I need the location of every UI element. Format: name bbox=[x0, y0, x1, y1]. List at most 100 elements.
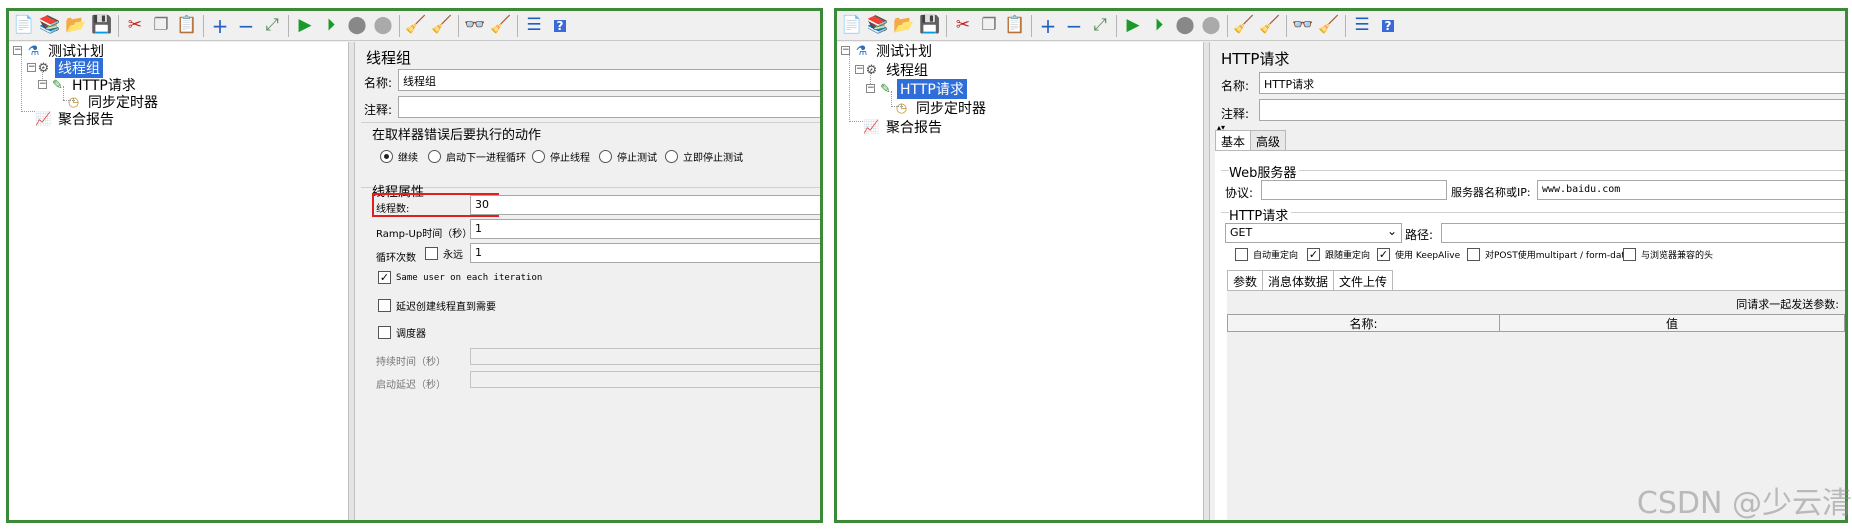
same-user-checkbox[interactable]: ✓ Same user on each iteration bbox=[378, 271, 542, 284]
collapse-icon[interactable]: − bbox=[233, 13, 259, 39]
path-field[interactable] bbox=[1441, 223, 1845, 243]
start-no-pause-icon[interactable]: ⏵ bbox=[1146, 13, 1172, 39]
templates-icon[interactable]: 📚 bbox=[37, 13, 63, 39]
tree-node-http-request[interactable]: ✎ HTTP请求 bbox=[877, 79, 967, 99]
test-plan-tree: − ⚗ 测试计划 − ⚙ 线程组 − ✎ HTTP请求 ◷ 同步定时器 📈 聚合… bbox=[9, 42, 348, 520]
radio-stop-test[interactable]: 停止测试 bbox=[599, 149, 657, 164]
tree-node-sync-timer[interactable]: ◷ 同步定时器 bbox=[893, 99, 989, 118]
search-icon[interactable]: 👓 bbox=[462, 13, 488, 39]
protocol-field[interactable] bbox=[1261, 180, 1447, 200]
tree-collapse-toggle[interactable]: − bbox=[13, 46, 22, 55]
scheduler-checkbox[interactable]: 调度器 bbox=[378, 325, 426, 340]
expand-icon[interactable]: + bbox=[1035, 13, 1061, 39]
help-icon[interactable]: ? bbox=[547, 13, 573, 39]
shutdown-icon[interactable]: ⬤ bbox=[1198, 13, 1224, 39]
start-icon[interactable]: ▶ bbox=[1120, 13, 1146, 39]
toolbar-separator bbox=[458, 14, 459, 37]
checkbox-icon bbox=[1235, 248, 1248, 261]
method-select[interactable]: GET ⌄ bbox=[1225, 223, 1402, 243]
checkbox-label: Same user on each iteration bbox=[396, 272, 543, 283]
cut-icon[interactable]: ✂ bbox=[122, 13, 148, 39]
toolbar-separator bbox=[118, 14, 119, 37]
function-helper-icon[interactable]: ☰ bbox=[521, 13, 547, 39]
start-no-pause-icon[interactable]: ⏵ bbox=[318, 13, 344, 39]
checkbox-icon bbox=[378, 326, 391, 339]
delay-create-checkbox[interactable]: 延迟创建线程直到需要 bbox=[378, 298, 496, 313]
stop-icon[interactable]: ⬤ bbox=[344, 13, 370, 39]
tab-file-upload[interactable]: 文件上传 bbox=[1333, 270, 1394, 292]
reset-search-icon[interactable]: 🧹 bbox=[1316, 13, 1342, 39]
follow-redirects-checkbox[interactable]: ✓ 跟随重定向 bbox=[1307, 248, 1370, 261]
help-icon[interactable]: ? bbox=[1375, 13, 1401, 39]
tree-splitter[interactable] bbox=[1203, 42, 1210, 520]
radio-icon bbox=[532, 150, 545, 163]
tree-node-thread-group[interactable]: ⚙ 线程组 bbox=[863, 61, 931, 80]
radio-continue[interactable]: 继续 bbox=[380, 149, 418, 164]
threads-field[interactable]: 30 bbox=[470, 195, 820, 215]
cut-icon[interactable]: ✂ bbox=[950, 13, 976, 39]
radio-stop-thread[interactable]: 停止线程 bbox=[532, 149, 590, 164]
comment-field[interactable] bbox=[398, 96, 820, 118]
new-icon[interactable]: 📄 bbox=[11, 13, 37, 39]
radio-start-next-loop[interactable]: 启动下一进程循环 bbox=[428, 149, 526, 164]
loop-count-field[interactable]: 1 bbox=[470, 243, 820, 263]
tree-collapse-toggle[interactable]: − bbox=[866, 84, 875, 93]
tree-node-label: 线程组 bbox=[886, 63, 928, 79]
reset-search-icon[interactable]: 🧹 bbox=[488, 13, 514, 39]
forever-checkbox[interactable]: 永远 bbox=[425, 246, 463, 261]
templates-icon[interactable]: 📚 bbox=[865, 13, 891, 39]
tree-node-aggregate-report[interactable]: 📈 聚合报告 bbox=[35, 110, 117, 129]
open-icon[interactable]: 📂 bbox=[891, 13, 917, 39]
tab-advanced[interactable]: 高级 bbox=[1250, 130, 1287, 152]
tree-node-aggregate-report[interactable]: 📈 聚合报告 bbox=[863, 118, 945, 137]
shutdown-icon[interactable]: ⬤ bbox=[370, 13, 396, 39]
toolbar-separator bbox=[1345, 14, 1346, 37]
server-field[interactable]: www.baidu.com bbox=[1537, 180, 1845, 200]
multipart-checkbox[interactable]: 对POST使用multipart / form-data bbox=[1467, 248, 1630, 261]
paste-icon[interactable]: 📋 bbox=[174, 13, 200, 39]
comment-field[interactable] bbox=[1259, 99, 1845, 121]
auto-redirect-checkbox[interactable]: 自动重定向 bbox=[1235, 248, 1298, 261]
copy-icon[interactable]: ❐ bbox=[148, 13, 174, 39]
toggle-icon[interactable]: ⤢ bbox=[259, 13, 285, 39]
save-icon[interactable]: 💾 bbox=[89, 13, 115, 39]
tab-body-data[interactable]: 消息体数据 bbox=[1262, 270, 1335, 292]
test-plan-icon: ⚗ bbox=[855, 43, 868, 59]
expand-icon[interactable]: + bbox=[207, 13, 233, 39]
clear-icon[interactable]: 🧹 bbox=[403, 13, 429, 39]
name-field[interactable]: HTTP请求 bbox=[1259, 72, 1845, 94]
tree-splitter[interactable] bbox=[348, 42, 355, 520]
start-icon[interactable]: ▶ bbox=[292, 13, 318, 39]
column-header-name[interactable]: 名称: bbox=[1228, 315, 1500, 331]
tab-parameters[interactable]: 参数 bbox=[1227, 270, 1264, 292]
column-header-value[interactable]: 值 bbox=[1500, 315, 1844, 331]
collapse-icon[interactable]: − bbox=[1061, 13, 1087, 39]
radio-icon bbox=[599, 150, 612, 163]
threads-label: 线程数: bbox=[376, 204, 410, 215]
rampup-field[interactable]: 1 bbox=[470, 219, 820, 239]
open-icon[interactable]: 📂 bbox=[63, 13, 89, 39]
tree-node-test-plan[interactable]: ⚗ 测试计划 bbox=[853, 42, 935, 61]
new-icon[interactable]: 📄 bbox=[839, 13, 865, 39]
checkbox-icon bbox=[1623, 248, 1636, 261]
method-select-value: GET bbox=[1230, 226, 1253, 239]
clear-all-icon[interactable]: 🧹 bbox=[1257, 13, 1283, 39]
browser-headers-checkbox[interactable]: 与浏览器兼容的头 bbox=[1623, 248, 1713, 261]
keepalive-checkbox[interactable]: ✓ 使用 KeepAlive bbox=[1377, 248, 1460, 261]
tree-collapse-toggle[interactable]: − bbox=[38, 80, 47, 89]
save-icon[interactable]: 💾 bbox=[917, 13, 943, 39]
function-helper-icon[interactable]: ☰ bbox=[1349, 13, 1375, 39]
name-field[interactable]: 线程组 bbox=[398, 69, 820, 91]
clear-all-icon[interactable]: 🧹 bbox=[429, 13, 455, 39]
stop-icon[interactable]: ⬤ bbox=[1172, 13, 1198, 39]
clear-icon[interactable]: 🧹 bbox=[1231, 13, 1257, 39]
paste-icon[interactable]: 📋 bbox=[1002, 13, 1028, 39]
search-icon[interactable]: 👓 bbox=[1290, 13, 1316, 39]
tree-collapse-toggle[interactable]: − bbox=[841, 46, 850, 55]
toggle-icon[interactable]: ⤢ bbox=[1087, 13, 1113, 39]
radio-stop-test-now[interactable]: 立即停止测试 bbox=[665, 149, 743, 164]
gear-icon: ⚙ bbox=[37, 60, 50, 76]
protocol-label: 协议: bbox=[1225, 186, 1254, 200]
copy-icon[interactable]: ❐ bbox=[976, 13, 1002, 39]
tab-basic[interactable]: 基本 bbox=[1215, 130, 1252, 152]
